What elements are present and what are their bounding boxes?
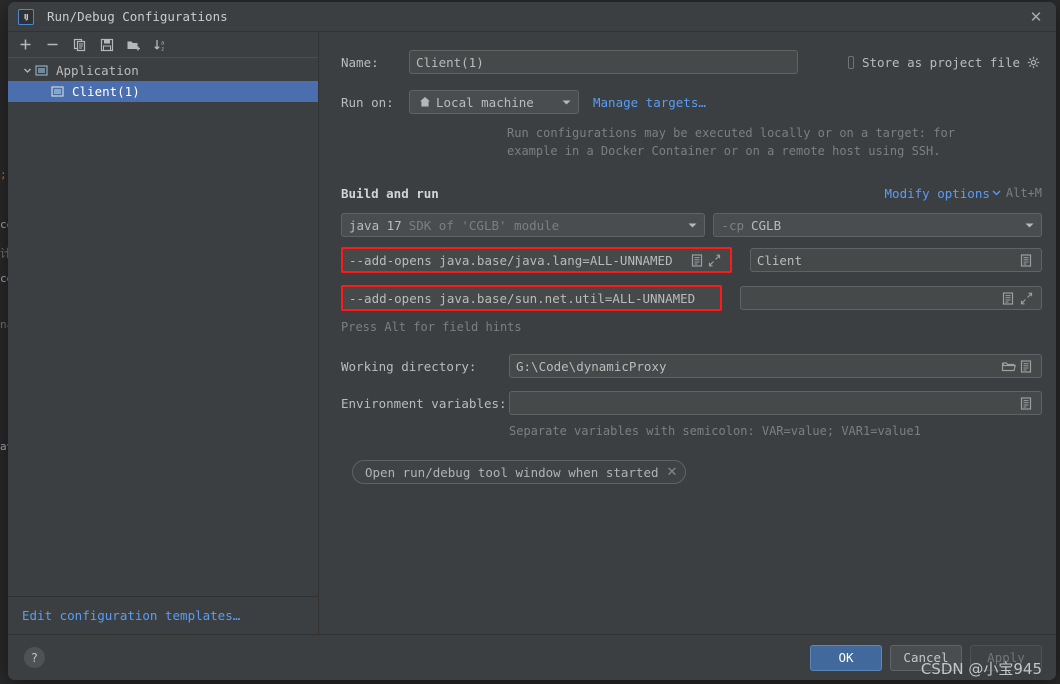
jre-value: java 17 [349,217,402,233]
dialog-actions: OK Cancel Apply [810,644,1042,671]
modify-options-group[interactable]: Modify options Alt+M [885,184,1042,202]
name-row: Name: Client(1) Store as project file [341,50,1042,74]
modify-options-shortcut: Alt+M [1005,186,1042,200]
dialog-body: a z Application Client(1) Edit configura… [8,31,1056,634]
list-icon[interactable] [688,251,706,269]
close-icon[interactable]: ✕ [1026,7,1046,27]
chip-body[interactable]: Open run/debug tool window when started … [352,460,687,484]
copy-icon[interactable] [70,35,89,54]
list-icon[interactable] [1017,251,1035,269]
backdrop-code-fragment: ; [0,168,7,181]
list-icon[interactable] [1017,357,1035,375]
run-on-value: Local machine [436,94,534,110]
tree-node-client-1[interactable]: Client(1) [8,81,318,102]
classpath-prefix: -cp [721,217,744,233]
chip-label: Open run/debug tool window when started [365,464,659,480]
working-directory-label: Working directory: [341,358,477,374]
configurations-tree[interactable]: Application Client(1) [8,58,318,596]
store-as-project-file-group[interactable]: Store as project file [847,53,1042,71]
chevron-down-icon[interactable] [990,184,1004,202]
classpath-select[interactable]: -cp CGLB [713,213,1042,237]
environment-variables-label: Environment variables: [341,395,507,411]
sort-az-icon[interactable]: a z [151,35,170,54]
configuration-form: Name: Client(1) Store as project file Ru… [319,32,1056,634]
run-on-description: Run configurations may be executed local… [507,124,1042,160]
list-icon[interactable] [999,289,1017,307]
folder-open-icon[interactable] [999,357,1017,375]
manage-targets-link[interactable]: Manage targets… [593,95,706,110]
left-footer: Edit configuration templates… [8,596,318,634]
chevron-down-icon[interactable] [1021,222,1037,229]
plus-icon[interactable] [16,35,35,54]
gear-icon[interactable] [1024,53,1042,71]
tree-toolbar: a z [8,32,318,58]
application-icon [34,64,50,77]
main-class-input[interactable]: Client [749,248,1042,272]
environment-variables-hint: Separate variables with semicolon: VAR=v… [509,424,921,438]
environment-variables-row: Environment variables: [341,391,1042,415]
expand-icon[interactable] [1017,289,1035,307]
secondary-empty-input[interactable] [739,286,1042,310]
intellij-logo-icon: IJ [18,8,34,25]
modify-options-link[interactable]: Modify options [885,186,990,201]
tree-node-label: Application [56,63,139,78]
environment-variables-input[interactable] [509,391,1042,415]
apply-button: Apply [970,644,1042,671]
run-on-description-line1: Run configurations may be executed local… [507,126,955,140]
field-hints-text: Press Alt for field hints [341,320,522,334]
help-button[interactable]: ? [24,647,45,668]
list-icon[interactable] [1017,394,1035,412]
program-arguments-row: --add-opens java.base/sun.net.util=ALL-U… [341,285,1042,311]
section-title: Build and run [341,185,439,201]
jre-classpath-row: java 17 SDK of 'CGLB' module -cp CGLB [341,213,1042,237]
program-arguments-value: --add-opens java.base/sun.net.util=ALL-U… [349,290,696,306]
run-on-row: Run on: Local machine Manage targets… [341,90,1042,114]
run-on-label: Run on: [341,94,394,110]
home-icon [417,93,432,111]
chevron-down-icon[interactable] [20,66,34,75]
run-debug-configurations-dialog: IJ Run/Debug Configurations ✕ a z Applic… [8,2,1056,680]
dialog-titlebar: IJ Run/Debug Configurations ✕ [8,2,1056,31]
name-input[interactable]: Client(1) [409,50,798,74]
configurations-panel: a z Application Client(1) Edit configura… [8,32,319,634]
main-class-value: Client [756,252,802,268]
vm-options-main-class-row: --add-opens java.base/java.lang=ALL-UNNA… [341,247,1042,273]
store-as-project-file-label: Store as project file [861,54,1020,70]
run-on-target-select[interactable]: Local machine [409,90,579,114]
dialog-title: Run/Debug Configurations [47,9,228,24]
vm-options-input[interactable]: --add-opens java.base/java.lang=ALL-UNNA… [341,247,732,273]
cancel-button[interactable]: Cancel [890,644,962,671]
minus-icon[interactable] [43,35,62,54]
working-directory-row: Working directory: G:\Code\dynamicProxy [341,354,1042,378]
close-icon[interactable]: ✕ [667,465,678,480]
run-on-description-line2: example in a Docker Container or on a re… [507,144,941,158]
svg-text:z: z [161,46,164,52]
tree-node-label: Client(1) [72,84,140,99]
chevron-down-icon[interactable] [558,99,574,106]
save-icon[interactable] [97,35,116,54]
build-and-run-header: Build and run Modify options Alt+M [341,184,1042,202]
tree-node-application[interactable]: Application [8,60,318,81]
edit-configuration-templates-link[interactable]: Edit configuration templates… [22,608,240,623]
dialog-button-bar: ? OK Cancel Apply CSDN @小宝945 [8,634,1056,680]
name-label: Name: [341,54,379,70]
folder-add-icon[interactable] [124,35,143,54]
name-input-value: Client(1) [416,54,484,70]
chevron-down-icon[interactable] [684,222,700,229]
working-directory-input[interactable]: G:\Code\dynamicProxy [509,354,1042,378]
classpath-value: CGLB [751,217,782,233]
open-tool-window-chip[interactable]: Open run/debug tool window when started … [352,460,1042,484]
jre-select[interactable]: java 17 SDK of 'CGLB' module [341,213,706,237]
application-icon [50,85,66,98]
store-as-project-file-checkbox[interactable] [847,55,854,69]
working-directory-value: G:\Code\dynamicProxy [516,358,667,374]
jre-hint: SDK of 'CGLB' module [408,217,560,233]
program-arguments-input[interactable]: --add-opens java.base/sun.net.util=ALL-U… [341,285,722,311]
expand-icon[interactable] [706,251,724,269]
logo-text: IJ [23,12,29,21]
vm-options-value: --add-opens java.base/java.lang=ALL-UNNA… [349,252,673,268]
ok-button[interactable]: OK [810,644,882,671]
